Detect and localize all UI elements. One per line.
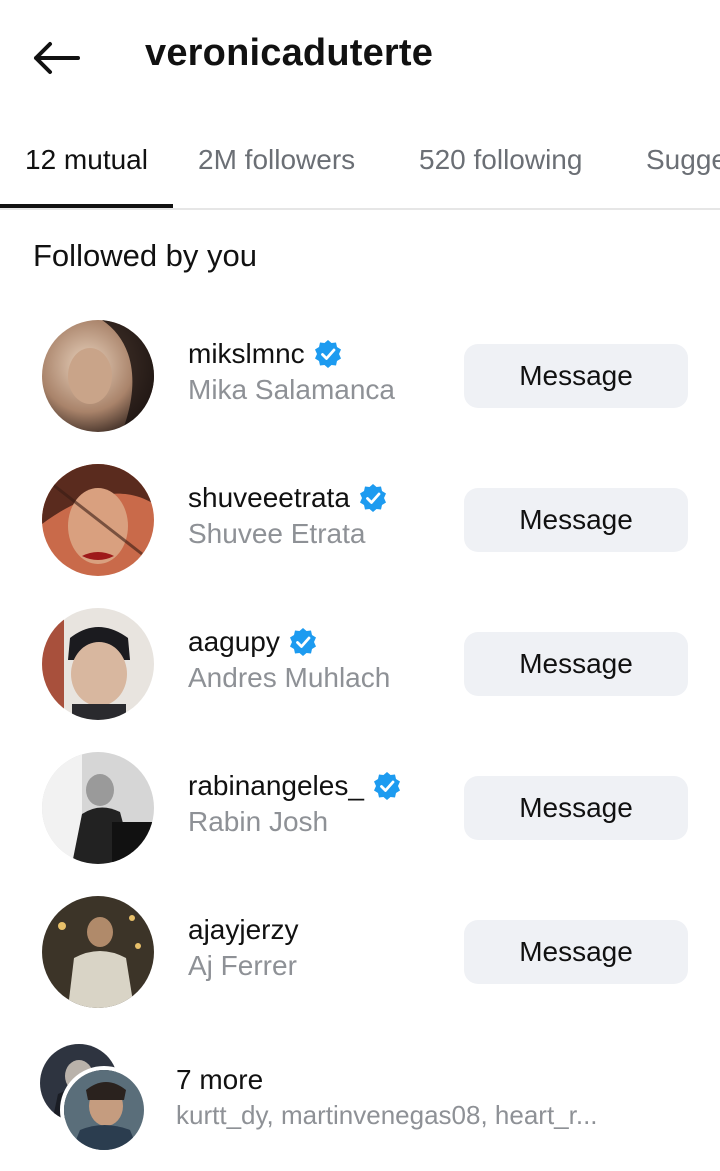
username-wrap: mikslmnc: [188, 338, 343, 370]
full-name: Rabin Josh: [188, 806, 329, 837]
username-wrap: ajayjerzy: [188, 914, 298, 946]
page-title: veronicaduterte: [145, 32, 434, 74]
username-wrap: shuveeetrata: [188, 482, 388, 514]
full-name: Andres Muhlach: [188, 662, 391, 693]
more-usernames: kurtt_dy, martinvenegas08, heart_r...: [176, 1100, 598, 1130]
username-wrap: aagupy: [188, 626, 318, 658]
verified-badge-icon: [359, 484, 386, 512]
back-button[interactable]: [26, 34, 86, 82]
message-button[interactable]: Message: [464, 632, 688, 696]
full-name: Shuvee Etrata: [188, 518, 366, 549]
tab-followers[interactable]: 2M followers: [198, 144, 355, 176]
full-name: Mika Salamanca: [188, 374, 395, 405]
message-button[interactable]: Message: [464, 344, 688, 408]
mutual-followers-screen: veronicaduterte 12 mutual 2M followers 5…: [0, 0, 720, 1171]
avatar[interactable]: [42, 608, 154, 720]
verified-badge-icon: [289, 628, 316, 656]
username[interactable]: aagupy: [188, 626, 280, 658]
list-item[interactable]: shuveeetrata Shuvee Etrata Message: [0, 464, 720, 584]
username[interactable]: shuveeetrata: [188, 482, 350, 514]
full-name: Aj Ferrer: [188, 950, 297, 981]
list-item[interactable]: rabinangeles_ Rabin Josh Message: [0, 752, 720, 872]
list-item[interactable]: mikslmnc Mika Salamanca Message: [0, 320, 720, 440]
active-tab-indicator: [0, 204, 173, 208]
more-mutuals-item[interactable]: 7 more kurtt_dy, martinvenegas08, heart_…: [0, 1040, 720, 1160]
more-count: 7 more: [176, 1064, 264, 1095]
username[interactable]: rabinangeles_: [188, 770, 364, 802]
avatar[interactable]: [42, 896, 154, 1008]
tab-suggested[interactable]: Suggested: [646, 144, 720, 176]
message-button[interactable]: Message: [464, 776, 688, 840]
list-item[interactable]: aagupy Andres Muhlach Message: [0, 608, 720, 728]
list-item[interactable]: ajayjerzy Aj Ferrer Message: [0, 896, 720, 1016]
tab-mutual[interactable]: 12 mutual: [25, 144, 148, 176]
verified-badge-icon: [314, 340, 341, 368]
message-button[interactable]: Message: [464, 920, 688, 984]
avatar[interactable]: [42, 752, 154, 864]
arrow-left-icon: [34, 42, 80, 74]
message-button[interactable]: Message: [464, 488, 688, 552]
header: veronicaduterte: [0, 0, 720, 112]
tab-following[interactable]: 520 following: [419, 144, 582, 176]
avatar[interactable]: [42, 464, 154, 576]
avatar[interactable]: [42, 320, 154, 432]
verified-badge-icon: [373, 772, 400, 800]
tab-bar: 12 mutual 2M followers 520 following Sug…: [0, 128, 720, 210]
section-title: Followed by you: [33, 238, 258, 273]
username[interactable]: ajayjerzy: [188, 914, 298, 946]
avatar: [60, 1066, 148, 1154]
username[interactable]: mikslmnc: [188, 338, 305, 370]
username-wrap: rabinangeles_: [188, 770, 402, 802]
